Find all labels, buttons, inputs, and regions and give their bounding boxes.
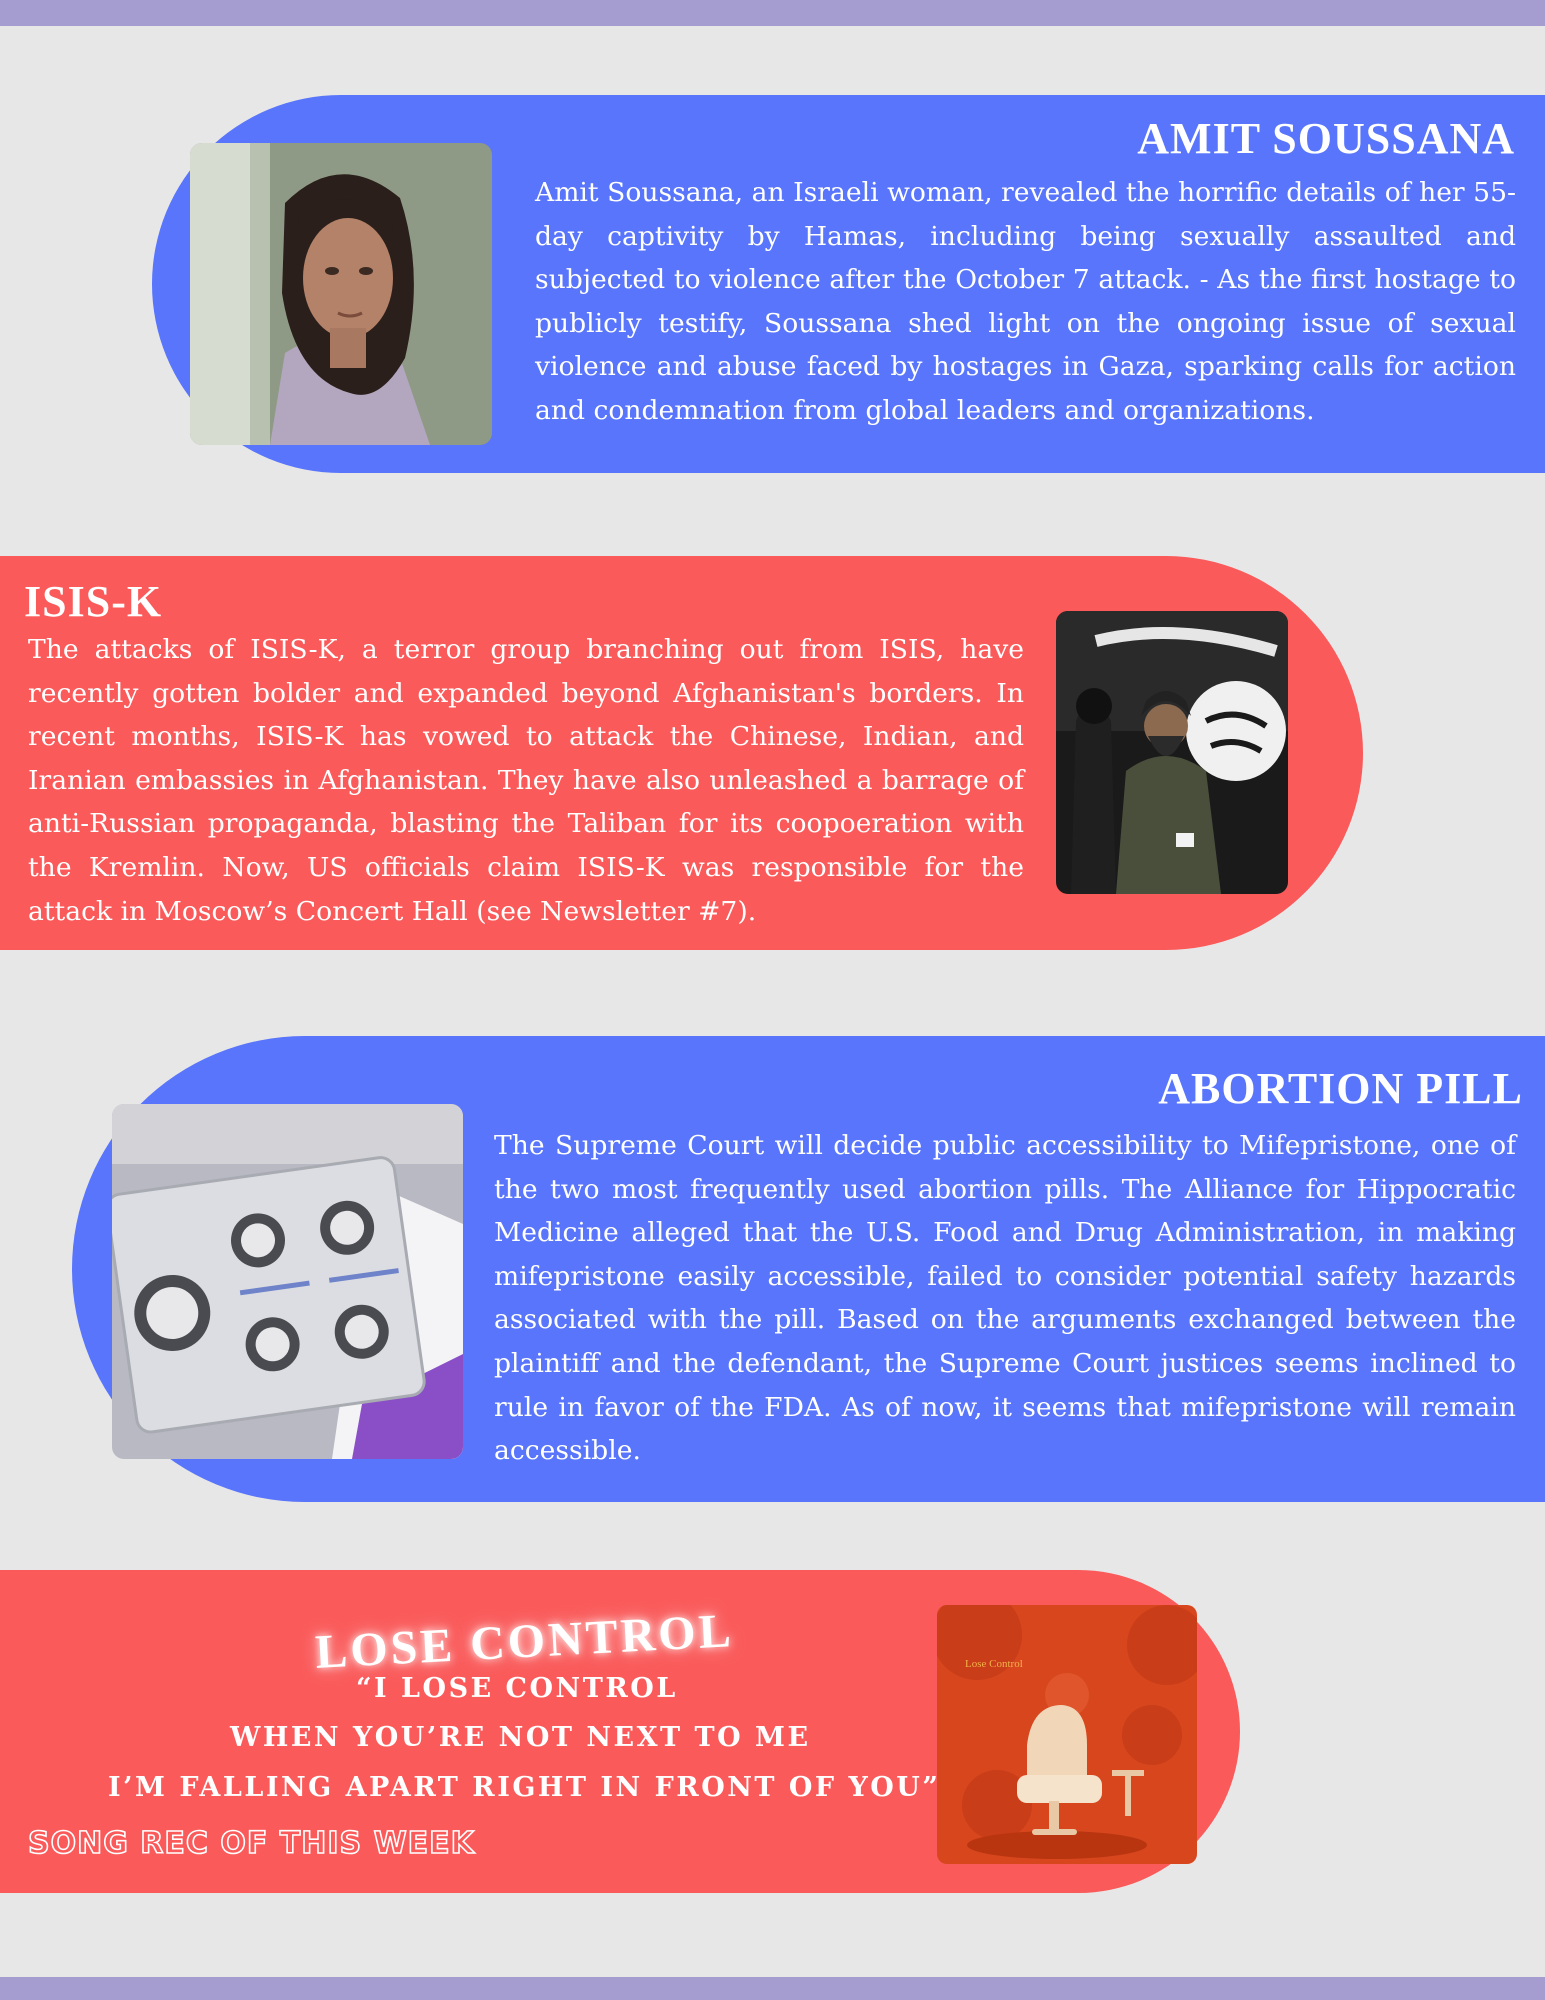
- portrait-image: [190, 143, 492, 445]
- album-art-image: Lose Control: [937, 1605, 1197, 1864]
- abortion-pill-photo: [112, 1104, 463, 1459]
- song-lyric-line: I’M FALLING APART RIGHT IN FRONT OF YOU”: [108, 1772, 941, 1803]
- song-rec-card: LOSE CONTROL “I LOSE CONTROL WHEN YOU’RE…: [0, 1570, 1240, 1893]
- story-card-amit-soussana: AMIT SOUSSANA Amit Soussana, an Israeli …: [152, 95, 1545, 473]
- isis-k-photo: [1056, 611, 1288, 894]
- song-rec-label: SONG REC OF THIS WEEK: [27, 1825, 475, 1862]
- story-body: The Supreme Court will decide public acc…: [494, 1130, 1516, 1467]
- song-lyric-line: WHEN YOU’RE NOT NEXT TO ME: [230, 1722, 811, 1753]
- story-card-abortion-pill: ABORTION PILL The Supreme Court will dec…: [72, 1036, 1545, 1502]
- album-cover-text: Lose Control: [965, 1658, 1023, 1670]
- top-accent-bar: [0, 0, 1545, 26]
- news-image: [1056, 611, 1288, 894]
- amit-soussana-photo: [190, 143, 492, 445]
- pill-pack-image: [112, 1104, 463, 1459]
- song-title: LOSE CONTROL: [313, 1604, 735, 1679]
- song-lyric-line: “I LOSE CONTROL: [356, 1673, 678, 1704]
- story-title: ABORTION PILL: [1158, 1064, 1523, 1113]
- story-title: ISIS-K: [24, 577, 163, 626]
- bottom-accent-bar: [0, 1977, 1545, 2000]
- story-card-isis-k: ISIS-K The attacks of ISIS-K, a terror g…: [0, 556, 1363, 950]
- story-body: The attacks of ISIS-K, a terror group br…: [28, 634, 1024, 927]
- album-cover: Lose Control: [937, 1605, 1197, 1864]
- story-title: AMIT SOUSSANA: [1137, 114, 1515, 163]
- story-body: Amit Soussana, an Israeli woman, reveale…: [535, 177, 1516, 426]
